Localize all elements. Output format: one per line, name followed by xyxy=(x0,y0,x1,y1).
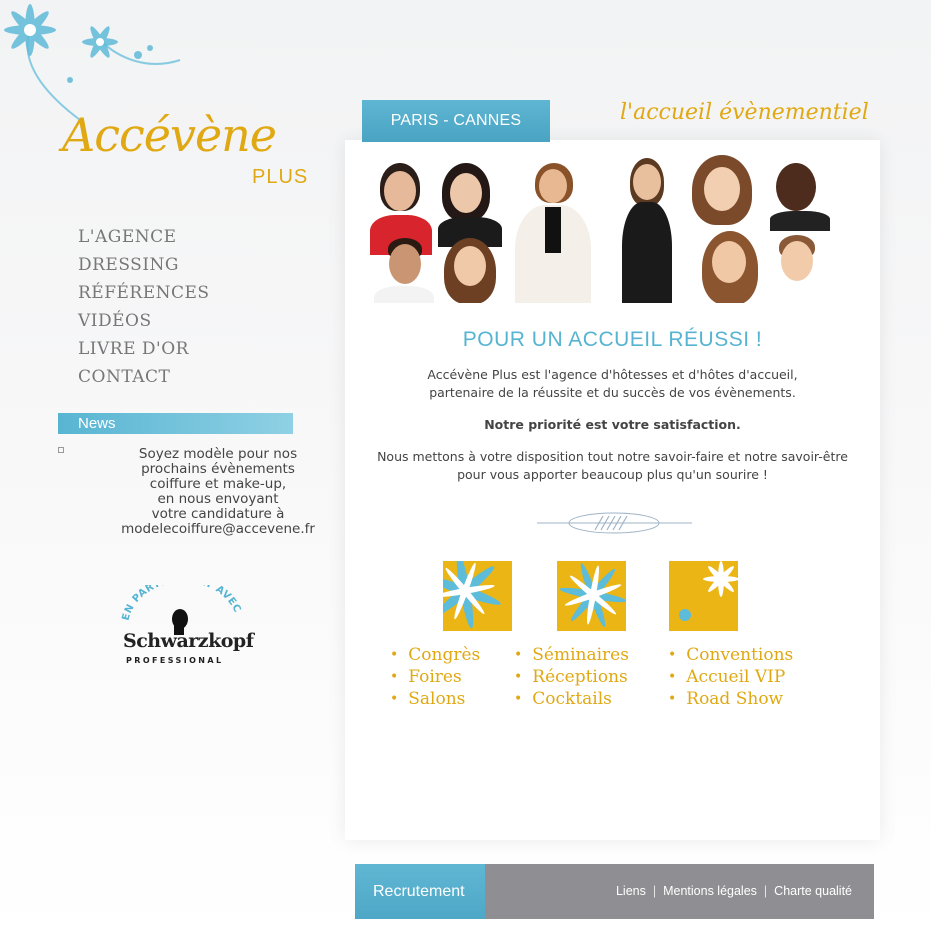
flower-tile-icon xyxy=(669,561,738,631)
person-photo xyxy=(507,163,597,303)
nav-item-agence[interactable]: L'AGENCE xyxy=(78,225,210,253)
nav-item-livre-dor[interactable]: LIVRE D'OR xyxy=(78,337,210,365)
person-photo xyxy=(764,161,834,231)
logo-subtitle: PLUS xyxy=(252,166,309,188)
partner-arc-text: EN PARTENARIAT AVEC xyxy=(121,585,242,635)
news-line: votre candidature à xyxy=(151,506,285,522)
news-bullet-icon xyxy=(58,447,64,453)
ornament-divider xyxy=(537,512,692,534)
footer-link-charte[interactable]: Charte qualité xyxy=(774,884,852,898)
intro-line: partenaire de la réussite et du succès d… xyxy=(429,385,796,400)
partner-brand: Schwarzkopf xyxy=(123,630,254,652)
partner-sub: PROFESSIONAL xyxy=(126,656,224,665)
news-line: coiffure et make-up, xyxy=(149,476,287,492)
service-item: Séminaires xyxy=(514,644,629,666)
services-list-3: Conventions Accueil VIP Road Show xyxy=(668,644,793,710)
logo-wordmark: Accévène xyxy=(62,108,277,162)
intro-line: Accévène Plus est l'agence d'hôtesses et… xyxy=(427,367,798,382)
footer-link-mentions[interactable]: Mentions légales xyxy=(663,884,757,898)
hero-title: POUR UN ACCUEIL RÉUSSI ! xyxy=(462,328,763,351)
news-item: Soyez modèle pour nos prochains évènemen… xyxy=(118,447,318,537)
news-email-link[interactable]: modelecoiffure@accevene.fr xyxy=(118,522,318,537)
person-photo xyxy=(612,158,682,303)
city-tab: PARIS - CANNES xyxy=(362,100,550,142)
news-line: en nous envoyant xyxy=(157,491,279,507)
service-item: Salons xyxy=(390,688,480,710)
services-list-2: Séminaires Réceptions Cocktails xyxy=(514,644,629,710)
services-list-1: Congrès Foires Salons xyxy=(390,644,480,710)
team-photo-banner xyxy=(362,143,862,303)
service-item: Road Show xyxy=(668,688,793,710)
main-nav: L'AGENCE DRESSING RÉFÉRENCES VIDÉOS LIVR… xyxy=(78,225,210,393)
news-line: Soyez modèle pour nos xyxy=(138,446,298,462)
partner-logo[interactable]: EN PARTENARIAT AVEC Schwarzkopf PROFESSI… xyxy=(118,585,254,680)
service-item: Foires xyxy=(390,666,480,688)
nav-item-references[interactable]: RÉFÉRENCES xyxy=(78,281,210,309)
nav-item-contact[interactable]: CONTACT xyxy=(78,365,210,393)
intro-text: Accévène Plus est l'agence d'hôtesses et… xyxy=(350,366,875,484)
person-photo xyxy=(767,235,827,303)
recruitment-button[interactable]: Recrutement xyxy=(355,864,485,919)
footer-separator: | xyxy=(652,884,657,898)
person-photo xyxy=(438,238,508,303)
service-item: Conventions xyxy=(668,644,793,666)
flower-tile-icon xyxy=(557,561,626,631)
service-item: Accueil VIP xyxy=(668,666,793,688)
footer-bar: Recrutement Liens | Mentions légales | Chart… xyxy=(355,864,874,919)
priority-statement: Notre priorité est votre satisfaction. xyxy=(484,417,741,432)
news-line: prochains évènements xyxy=(141,461,295,477)
footer-link-liens[interactable]: Liens xyxy=(616,884,646,898)
nav-item-dressing[interactable]: DRESSING xyxy=(78,253,210,281)
tagline: l'accueil évènementiel xyxy=(620,100,869,125)
site-logo[interactable]: Accévène PLUS xyxy=(62,108,312,198)
service-item: Congrès xyxy=(390,644,480,666)
service-item: Réceptions xyxy=(514,666,629,688)
person-photo xyxy=(688,155,758,230)
news-heading: News xyxy=(58,413,293,434)
offer-line: Nous mettons à votre disposition tout no… xyxy=(377,449,848,464)
footer-separator: | xyxy=(763,884,768,898)
nav-item-videos[interactable]: VIDÉOS xyxy=(78,309,210,337)
person-photo xyxy=(374,238,434,303)
service-item: Cocktails xyxy=(514,688,629,710)
offer-line: pour vous apporter beaucoup plus qu'un s… xyxy=(457,467,768,482)
footer-links: Liens | Mentions légales | Charte qualité xyxy=(616,864,852,919)
person-photo xyxy=(696,231,766,303)
flower-tile-icon xyxy=(443,561,512,631)
person-photo xyxy=(434,163,504,247)
